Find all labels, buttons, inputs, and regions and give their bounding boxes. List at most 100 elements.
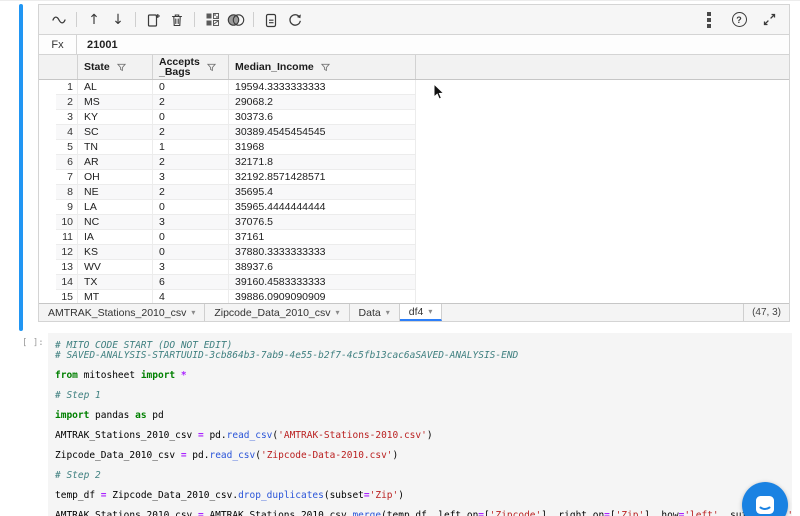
table-row[interactable]: 4 SC 2 30389.4545454545 — [56, 125, 416, 140]
grid-cell[interactable]: 0 — [153, 80, 229, 94]
row-index[interactable]: 13 — [56, 260, 78, 274]
filter-icon[interactable] — [320, 63, 330, 72]
grid-cell[interactable]: 0 — [153, 245, 229, 259]
filter-icon[interactable] — [116, 63, 126, 72]
grid-cell[interactable]: 0 — [153, 200, 229, 214]
row-index[interactable]: 8 — [56, 185, 78, 199]
grid-cell[interactable]: 38937.6 — [229, 260, 416, 274]
code-editor[interactable]: # MITO CODE START (DO NOT EDIT) # SAVED-A… — [48, 333, 792, 516]
grid-cell[interactable]: TX — [78, 275, 153, 289]
table-row[interactable]: 14 TX 6 39160.4583333333 — [56, 275, 416, 290]
row-index[interactable]: 14 — [56, 275, 78, 289]
sheet-tab-zipcode_data_2010_csv[interactable]: Zipcode_Data_2010_csv ▾ — [205, 304, 350, 321]
grid-cell[interactable]: KY — [78, 110, 153, 124]
table-row[interactable]: 8 NE 2 35695.4 — [56, 185, 416, 200]
grid-cell[interactable]: 37880.3333333333 — [229, 245, 416, 259]
row-index[interactable]: 10 — [56, 215, 78, 229]
grid-cell[interactable]: 19594.3333333333 — [229, 80, 416, 94]
table-row[interactable]: 12 KS 0 37880.3333333333 — [56, 245, 416, 260]
grid-cell[interactable]: 37076.5 — [229, 215, 416, 229]
row-index[interactable]: 12 — [56, 245, 78, 259]
grid-cell[interactable]: 30373.6 — [229, 110, 416, 124]
grid-cell[interactable]: LA — [78, 200, 153, 214]
grid-cell[interactable]: 39886.0909090909 — [229, 290, 416, 303]
grid-cell[interactable]: 0 — [153, 230, 229, 244]
table-row[interactable]: 2 MS 2 29068.2 — [56, 95, 416, 110]
refresh-icon[interactable] — [283, 9, 307, 31]
row-index[interactable]: 4 — [56, 125, 78, 139]
row-index[interactable]: 11 — [56, 230, 78, 244]
grid-cell[interactable]: 2 — [153, 185, 229, 199]
grid-cell[interactable]: OH — [78, 170, 153, 184]
table-row[interactable]: 7 OH 3 32192.8571428571 — [56, 170, 416, 185]
column-header-median-income[interactable]: Median_Income — [229, 55, 416, 79]
sheet-tab-df4[interactable]: df4 ▾ — [399, 304, 443, 321]
pivot-icon[interactable] — [200, 9, 224, 31]
table-row[interactable]: 11 IA 0 37161 — [56, 230, 416, 245]
grid-cell[interactable]: 1 — [153, 140, 229, 154]
table-row[interactable]: 9 LA 0 35965.4444444444 — [56, 200, 416, 215]
grid-cell[interactable]: 32192.8571428571 — [229, 170, 416, 184]
grid-cell[interactable]: 2 — [153, 95, 229, 109]
table-row[interactable]: 1 AL 0 19594.3333333333 — [56, 80, 416, 95]
grid-cell[interactable]: 3 — [153, 215, 229, 229]
column-header-state[interactable]: State — [78, 55, 153, 79]
grid-cell[interactable]: WV — [78, 260, 153, 274]
document-icon[interactable] — [259, 9, 283, 31]
grid-cell[interactable]: MT — [78, 290, 153, 303]
grid-cell[interactable]: AL — [78, 80, 153, 94]
table-row[interactable]: 13 WV 3 38937.6 — [56, 260, 416, 275]
sheet-tab-amtrak_stations_2010_csv[interactable]: AMTRAK_Stations_2010_csv ▾ — [39, 304, 206, 321]
row-index[interactable]: 6 — [56, 155, 78, 169]
row-index[interactable]: 1 — [56, 80, 78, 94]
grid-cell[interactable]: 4 — [153, 290, 229, 303]
grid-cell[interactable]: 3 — [153, 170, 229, 184]
grid-cell[interactable]: 37161 — [229, 230, 416, 244]
row-index[interactable]: 9 — [56, 200, 78, 214]
arrow-up-icon[interactable]: ↑ — [82, 9, 106, 31]
grid-cell[interactable]: 29068.2 — [229, 95, 416, 109]
arrow-down-icon[interactable]: ↓ — [106, 9, 130, 31]
table-row[interactable]: 10 NC 3 37076.5 — [56, 215, 416, 230]
grid-cell[interactable]: 3 — [153, 260, 229, 274]
grid-cell[interactable]: 35965.4444444444 — [229, 200, 416, 214]
sheet-tab-data[interactable]: Data ▾ — [349, 304, 400, 321]
grid-cell[interactable]: TN — [78, 140, 153, 154]
grid-cell[interactable]: 6 — [153, 275, 229, 289]
table-row[interactable]: 15 MT 4 39886.0909090909 — [56, 290, 416, 303]
grid-cell[interactable]: SC — [78, 125, 153, 139]
grid-cell[interactable]: 2 — [153, 125, 229, 139]
grid-cell[interactable]: 30389.4545454545 — [229, 125, 416, 139]
row-index[interactable]: 5 — [56, 140, 78, 154]
row-index[interactable]: 15 — [56, 290, 78, 303]
grid-cell[interactable]: 0 — [153, 110, 229, 124]
grid-cell[interactable]: KS — [78, 245, 153, 259]
undo-wave-icon[interactable] — [47, 9, 71, 31]
index-column-header[interactable] — [56, 55, 78, 79]
row-index[interactable]: 7 — [56, 170, 78, 184]
merge-venn-icon[interactable] — [224, 9, 248, 31]
table-row[interactable]: 3 KY 0 30373.6 — [56, 110, 416, 125]
help-icon[interactable]: ? — [727, 9, 751, 31]
grid-cell[interactable]: 35695.4 — [229, 185, 416, 199]
delete-icon[interactable] — [165, 9, 189, 31]
grid-cell[interactable]: IA — [78, 230, 153, 244]
kebab-menu-icon[interactable] — [697, 9, 721, 31]
grid-cell[interactable]: 31968 — [229, 140, 416, 154]
table-row[interactable]: 5 TN 1 31968 — [56, 140, 416, 155]
add-column-icon[interactable] — [141, 9, 165, 31]
fullscreen-icon[interactable] — [757, 9, 781, 31]
table-row[interactable]: 6 AR 2 32171.8 — [56, 155, 416, 170]
row-index[interactable]: 3 — [56, 110, 78, 124]
grid-cell[interactable]: 39160.4583333333 — [229, 275, 416, 289]
grid-cell[interactable]: 2 — [153, 155, 229, 169]
filter-icon[interactable] — [206, 63, 216, 72]
grid-cell[interactable]: NC — [78, 215, 153, 229]
grid-cell[interactable]: 32171.8 — [229, 155, 416, 169]
column-header-accepts-bags[interactable]: Accepts _Bags — [153, 55, 229, 79]
grid-cell[interactable]: NE — [78, 185, 153, 199]
row-index[interactable]: 2 — [56, 95, 78, 109]
grid-cell[interactable]: MS — [78, 95, 153, 109]
formula-input[interactable]: 21001 — [77, 35, 789, 54]
grid-cell[interactable]: AR — [78, 155, 153, 169]
